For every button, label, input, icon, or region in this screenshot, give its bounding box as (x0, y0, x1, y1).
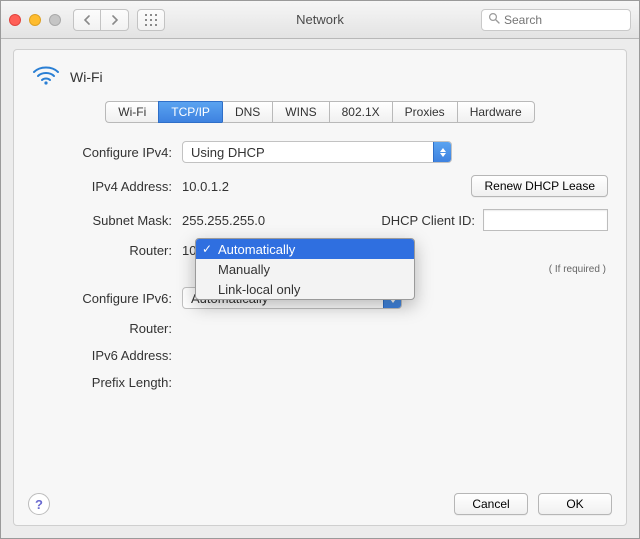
forward-button[interactable] (101, 9, 129, 31)
configure-ipv4-select[interactable]: Using DHCP (182, 141, 452, 163)
help-button[interactable]: ? (28, 493, 50, 515)
interface-header: Wi-Fi (32, 64, 608, 89)
zoom-window-button (49, 14, 61, 26)
dhcp-client-id-label: DHCP Client ID: (381, 213, 475, 228)
dialog-buttons: Cancel OK (454, 493, 612, 515)
configure-ipv4-value: Using DHCP (191, 145, 265, 160)
tab-wifi[interactable]: Wi-Fi (105, 101, 158, 123)
ipv6-option-manually[interactable]: Manually (196, 259, 414, 279)
ipv4-address-value: 10.0.1.2 (182, 179, 229, 194)
preferences-window: Network (0, 0, 640, 539)
subnet-mask-value: 255.255.255.0 (182, 213, 265, 228)
show-all-button[interactable] (137, 9, 165, 31)
search-field[interactable] (481, 9, 631, 31)
ok-button[interactable]: OK (538, 493, 612, 515)
ipv4-router-label: Router: (32, 243, 172, 258)
wifi-icon (32, 64, 60, 89)
content-area: Wi-Fi Wi-Fi TCP/IP DNS WINS 802.1X Proxi… (1, 39, 639, 538)
select-stepper-icon (433, 142, 451, 162)
tab-tcpip[interactable]: TCP/IP (158, 101, 222, 123)
configure-ipv6-label: Configure IPv6: (32, 291, 172, 306)
prefix-length-label: Prefix Length: (32, 375, 172, 390)
ipv6-dropdown-popup: Automatically Manually Link-local only (195, 238, 415, 300)
window-controls (9, 14, 61, 26)
ipv6-router-label: Router: (32, 321, 172, 336)
ipv4-address-label: IPv4 Address: (32, 179, 172, 194)
renew-dhcp-button[interactable]: Renew DHCP Lease (471, 175, 608, 197)
configure-ipv4-label: Configure IPv4: (32, 145, 172, 160)
tab-proxies[interactable]: Proxies (392, 101, 457, 123)
dhcp-client-id-input[interactable] (483, 209, 608, 231)
tab-wins[interactable]: WINS (272, 101, 328, 123)
dhcp-hint: ( If required ) (549, 264, 606, 275)
settings-panel: Wi-Fi Wi-Fi TCP/IP DNS WINS 802.1X Proxi… (13, 49, 627, 526)
interface-name: Wi-Fi (70, 69, 103, 85)
tab-bar: Wi-Fi TCP/IP DNS WINS 802.1X Proxies Har… (32, 101, 608, 123)
tab-8021x[interactable]: 802.1X (329, 101, 392, 123)
subnet-mask-label: Subnet Mask: (32, 213, 172, 228)
tab-hardware[interactable]: Hardware (457, 101, 535, 123)
tcpip-form: Configure IPv4: Using DHCP IPv4 Address:… (32, 141, 608, 390)
tab-dns[interactable]: DNS (222, 101, 272, 123)
nav-buttons (73, 9, 129, 31)
search-icon (488, 12, 500, 27)
chevron-left-icon (83, 15, 91, 25)
close-window-button[interactable] (9, 14, 21, 26)
minimize-window-button[interactable] (29, 14, 41, 26)
titlebar: Network (1, 1, 639, 39)
ipv6-option-linklocal[interactable]: Link-local only (196, 279, 414, 299)
search-input[interactable] (504, 13, 624, 27)
ipv6-address-label: IPv6 Address: (32, 348, 172, 363)
grid-icon (145, 14, 157, 26)
ipv6-option-automatically[interactable]: Automatically (196, 239, 414, 259)
cancel-button[interactable]: Cancel (454, 493, 528, 515)
back-button[interactable] (73, 9, 101, 31)
chevron-right-icon (111, 15, 119, 25)
